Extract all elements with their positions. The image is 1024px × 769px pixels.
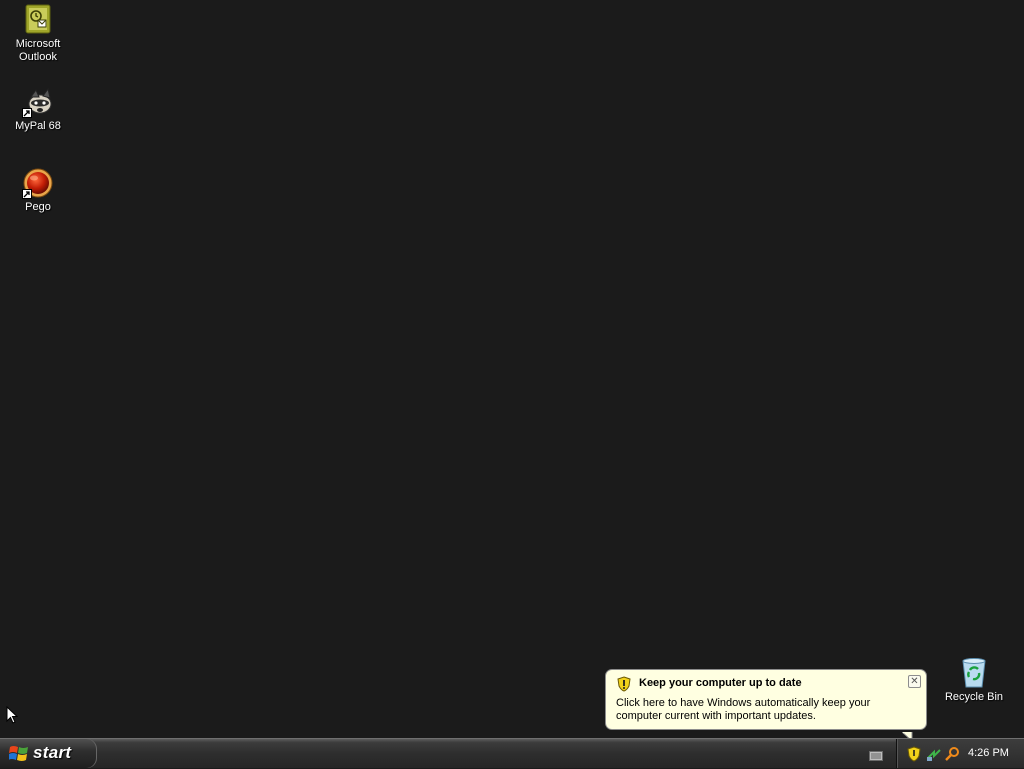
update-notification-balloon[interactable]: Keep your computer up to date ✕ Click he… [605, 669, 927, 730]
mouse-cursor-icon [6, 705, 19, 729]
clock[interactable]: 4:26 PM [968, 747, 1009, 759]
outlook-icon [22, 4, 54, 36]
desktop-icon-pego[interactable]: Pego [0, 167, 76, 214]
keyboard-icon[interactable] [869, 748, 883, 766]
network-icon[interactable] [926, 746, 942, 767]
desktop-icon-outlook[interactable]: Microsoft Outlook [0, 4, 76, 64]
desktop-icon-label: Microsoft Outlook [15, 38, 61, 63]
shortcut-arrow-icon [22, 189, 32, 199]
mypal-icon [22, 86, 54, 118]
system-tray: 4:26 PM [896, 739, 1024, 768]
taskbar: start 4:26 PM [0, 738, 1024, 768]
search-icon[interactable] [944, 746, 960, 767]
start-button[interactable]: start [0, 739, 97, 768]
desktop-icon-mypal[interactable]: MyPal 68 [0, 86, 76, 133]
start-label: start [33, 743, 72, 762]
close-icon[interactable]: ✕ [908, 675, 921, 688]
desktop-icon-label: Pego [25, 201, 51, 213]
desktop-icon-recycle-bin[interactable]: Recycle Bin [936, 657, 1012, 704]
windows-logo-icon [8, 744, 29, 769]
recycle-bin-icon [958, 657, 990, 689]
shortcut-arrow-icon [22, 108, 32, 118]
balloon-title: Keep your computer up to date [639, 677, 802, 689]
desktop-icon-label: MyPal 68 [15, 120, 61, 132]
pego-icon [22, 167, 54, 199]
security-shield-icon[interactable] [907, 746, 921, 767]
security-shield-icon [616, 676, 632, 697]
desktop[interactable]: Microsoft Outlook MyPal 68 Pego Recycle … [0, 0, 1024, 743]
balloon-text[interactable]: Click here to have Windows automatically… [616, 697, 916, 723]
desktop-icon-label: Recycle Bin [944, 691, 1004, 703]
